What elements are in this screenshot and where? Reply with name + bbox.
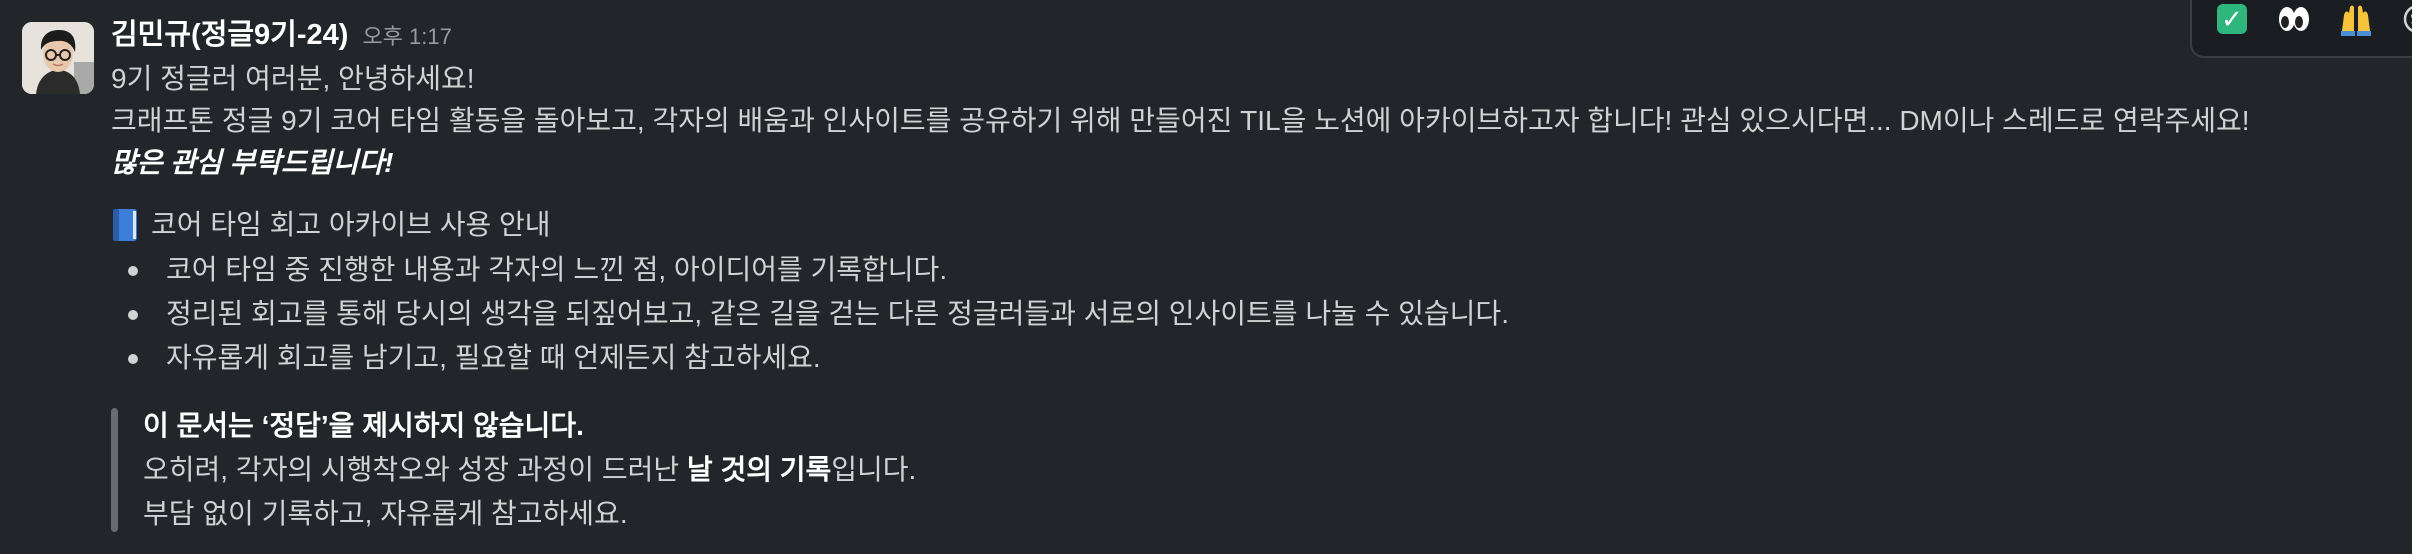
emphasis-text: 많은 관심 부탁드립니다!: [111, 147, 394, 178]
blue-book-icon: [113, 209, 137, 241]
bullet-list: 코어 타임 중 진행한 내용과 각자의 느낀 점, 아이디어를 기록합니다. 정…: [111, 248, 2392, 380]
message-header: 김민규(정글9기-24) 오후 1:17: [111, 14, 2392, 58]
list-item: 정리된 회고를 통해 당시의 생각을 되짚어보고, 같은 길을 걷는 다른 정글…: [111, 292, 2392, 336]
quote-line-2-after: 입니다.: [831, 454, 917, 485]
quote-line-2: 오히려, 각자의 시행착오와 성장 과정이 드러난 날 것의 기록입니다.: [143, 448, 2392, 492]
quote-line-2-bold: 날 것의 기록: [686, 454, 832, 485]
add-reaction-icon: [2403, 6, 2412, 32]
blockquote: 이 문서는 ‘정답’을 제시하지 않습니다. 오히려, 각자의 시행착오와 성장…: [111, 404, 2392, 536]
greeting-text: 9기 정글러 여러분, 안녕하세요!: [111, 63, 475, 94]
timestamp[interactable]: 오후 1:17: [362, 16, 451, 58]
bullet-dot: [128, 310, 138, 320]
author-name[interactable]: 김민규(정글9기-24): [111, 14, 348, 56]
quote-line-3: 부담 없이 기록하고, 자유롭게 참고하세요.: [143, 498, 628, 529]
list-item: 자유롭게 회고를 남기고, 필요할 때 언제든지 참고하세요.: [111, 336, 2392, 380]
list-item-text: 자유롭게 회고를 남기고, 필요할 때 언제든지 참고하세요.: [166, 342, 821, 373]
quote-line-2-before: 오히려, 각자의 시행착오와 성장 과정이 드러난: [143, 454, 687, 485]
list-item-text: 코어 타임 중 진행한 내용과 각자의 느낀 점, 아이디어를 기록합니다.: [166, 254, 948, 285]
intro-text: 크래프톤 정글 9기 코어 타임 활동을 돌아보고, 각자의 배움과 인사이트를…: [111, 105, 2250, 136]
quote-line-1: 이 문서는 ‘정답’을 제시하지 않습니다.: [143, 410, 584, 441]
avatar-image: [22, 22, 94, 94]
list-item-text: 정리된 회고를 통해 당시의 생각을 되짚어보고, 같은 길을 걷는 다른 정글…: [166, 298, 1509, 329]
bullet-dot: [128, 354, 138, 364]
quote-bar: [111, 408, 118, 532]
section-title: 코어 타임 회고 아카이브 사용 안내: [111, 204, 2392, 246]
section-title-text: 코어 타임 회고 아카이브 사용 안내: [151, 209, 551, 240]
message: ✓ 김민규(정글9기-24) 오후 1:17 9기 정글러 여러분, 안녕하세요…: [0, 0, 2412, 554]
add-reaction-button[interactable]: [2400, 1, 2412, 37]
avatar[interactable]: [22, 22, 94, 94]
message-content: 김민규(정글9기-24) 오후 1:17 9기 정글러 여러분, 안녕하세요! …: [111, 14, 2392, 536]
list-item: 코어 타임 중 진행한 내용과 각자의 느낀 점, 아이디어를 기록합니다.: [111, 248, 2392, 292]
bullet-dot: [128, 266, 138, 276]
